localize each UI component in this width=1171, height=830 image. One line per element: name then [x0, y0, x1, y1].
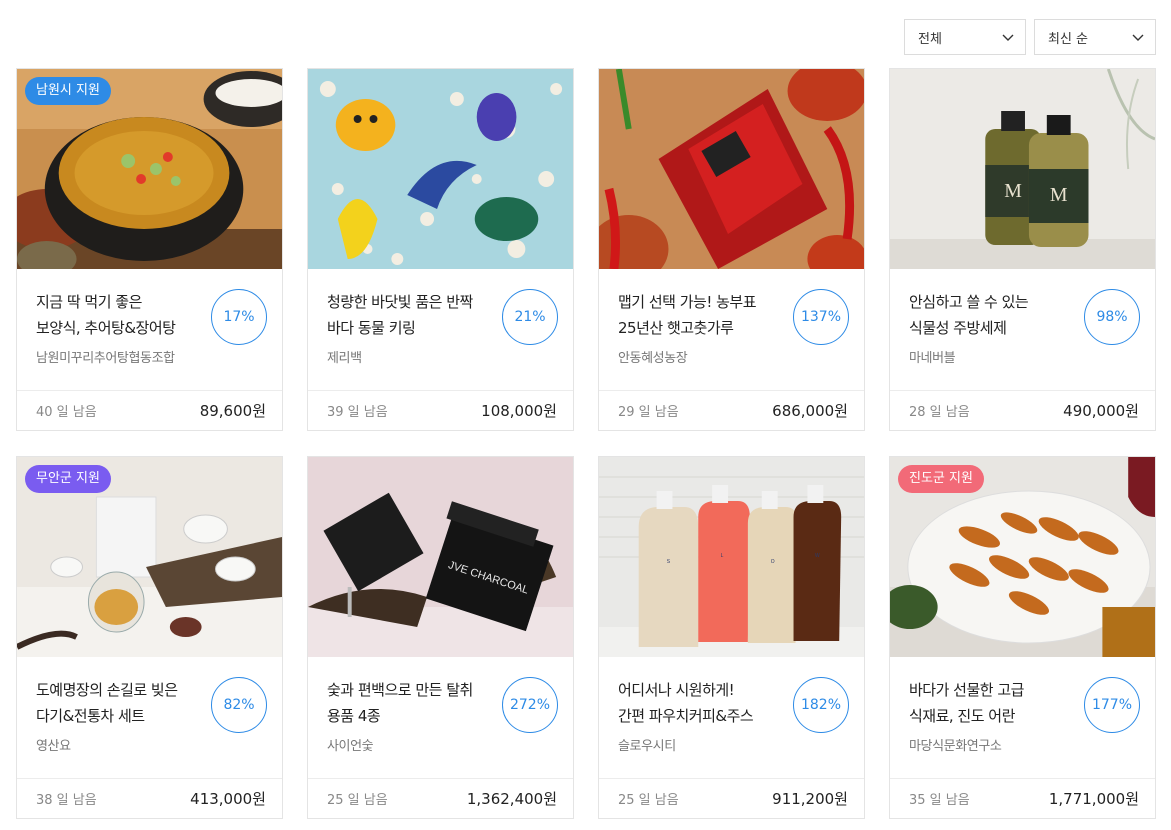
product-maker: 마당식문화연구소 [909, 739, 1002, 754]
region-badge: 무안군 지원 [25, 465, 111, 493]
funding-rate: 17% [211, 289, 267, 345]
region-badge: 진도군 지원 [898, 465, 984, 493]
product-title: 바다가 선물한 고급 식재료, 진도 어란 [909, 681, 1024, 725]
product-title: 어디서나 시원하게! 간편 파우치커피&주스 [618, 681, 754, 725]
days-left: 38 일 남음 [36, 793, 97, 808]
product-price: 89,600원 [199, 402, 266, 420]
filter-bar: 전체 최신 순 [904, 19, 1156, 55]
product-card[interactable]: 청량한 바닷빛 품은 반짝 바다 동물 키링 제리백 21% 39 일 남음 1… [307, 68, 574, 431]
product-image-charcoal: JVE CHARCOAL [308, 457, 573, 657]
region-badge: 남원시 지원 [25, 77, 111, 105]
product-maker: 마네버블 [909, 351, 956, 366]
product-price: 490,000원 [1063, 402, 1139, 420]
product-price: 1,362,400원 [466, 790, 557, 808]
detergent-label-text: M [1050, 184, 1068, 206]
product-info: 어디서나 시원하게! 간편 파우치커피&주스 슬로우시티 182% [599, 657, 864, 779]
product-maker: 안동혜성농장 [618, 351, 688, 366]
days-left: 40 일 남음 [36, 405, 97, 420]
detergent-label-text: M [1004, 180, 1022, 202]
chevron-down-icon [1002, 34, 1014, 41]
product-info: 지금 딱 먹기 좋은 보양식, 추어탕&장어탕 남원미꾸리추어탕협동조합 17% [17, 269, 282, 391]
product-maker: 사이언숯 [327, 739, 374, 754]
product-footer: 38 일 남음 413,000원 [17, 778, 282, 818]
category-select[interactable]: 전체 [904, 19, 1026, 55]
funding-rate: 272% [502, 677, 558, 733]
product-info: 청량한 바닷빛 품은 반짝 바다 동물 키링 제리백 21% [308, 269, 573, 391]
product-card[interactable]: 남원시 지원 지금 딱 먹기 좋은 보양식, 추어탕&장어탕 남원미꾸리추어탕협… [16, 68, 283, 431]
product-maker: 슬로우시티 [618, 739, 676, 754]
product-price: 413,000원 [190, 790, 266, 808]
product-footer: 39 일 남음 108,000원 [308, 390, 573, 430]
sort-select[interactable]: 최신 순 [1034, 19, 1156, 55]
product-price: 911,200원 [772, 790, 848, 808]
product-image-chili-powder [599, 69, 864, 269]
funding-rate: 137% [793, 289, 849, 345]
product-footer: 29 일 남음 686,000원 [599, 390, 864, 430]
product-footer: 25 일 남음 911,200원 [599, 778, 864, 818]
product-card[interactable]: JVE CHARCOAL 숯과 편백으로 만든 탈취 용품 4종 사이언숯 27… [307, 456, 574, 819]
product-image-detergent: M M [890, 69, 1155, 269]
product-maker: 제리백 [327, 351, 362, 366]
product-footer: 35 일 남음 1,771,000원 [890, 778, 1155, 818]
product-footer: 28 일 남음 490,000원 [890, 390, 1155, 430]
funding-rate: 182% [793, 677, 849, 733]
product-title: 도예명장의 손길로 빚은 다기&전통차 세트 [36, 681, 178, 725]
product-price: 108,000원 [481, 402, 557, 420]
product-price: 686,000원 [772, 402, 848, 420]
days-left: 29 일 남음 [618, 405, 679, 420]
product-title: 맵기 선택 가능! 농부표 25년산 햇고춧가루 [618, 293, 757, 337]
product-image-soup: 남원시 지원 [17, 69, 282, 269]
days-left: 28 일 남음 [909, 405, 970, 420]
product-title: 청량한 바닷빛 품은 반짝 바다 동물 키링 [327, 293, 473, 337]
days-left: 25 일 남음 [327, 793, 388, 808]
days-left: 39 일 남음 [327, 405, 388, 420]
product-card[interactable]: 진도군 지원 바다가 선물한 고급 식재료, 진도 어란 마당식문화연구소 17… [889, 456, 1156, 819]
days-left: 35 일 남음 [909, 793, 970, 808]
product-info: 안심하고 쓸 수 있는 식물성 주방세제 마네버블 98% [890, 269, 1155, 391]
product-info: 도예명장의 손길로 빚은 다기&전통차 세트 영산요 82% [17, 657, 282, 779]
product-image-tea-set: 무안군 지원 [17, 457, 282, 657]
product-info: 숯과 편백으로 만든 탈취 용품 4종 사이언숯 272% [308, 657, 573, 779]
days-left: 25 일 남음 [618, 793, 679, 808]
product-price: 1,771,000원 [1048, 790, 1139, 808]
product-grid: 남원시 지원 지금 딱 먹기 좋은 보양식, 추어탕&장어탕 남원미꾸리추어탕협… [16, 68, 1156, 819]
product-card[interactable]: M M 안심하고 쓸 수 있는 식물성 주방세제 마네버블 98% 28 일 남… [889, 68, 1156, 431]
product-title: 숯과 편백으로 만든 탈취 용품 4종 [327, 681, 473, 725]
product-title: 지금 딱 먹기 좋은 보양식, 추어탕&장어탕 [36, 293, 176, 337]
funding-rate: 82% [211, 677, 267, 733]
funding-rate: 98% [1084, 289, 1140, 345]
product-card[interactable]: S L O W 어디서나 시원하게! 간편 파우치커피&주스 슬로우시티 182… [598, 456, 865, 819]
pouch-label-text: L [721, 553, 724, 559]
product-image-eoran: 진도군 지원 [890, 457, 1155, 657]
product-image-pouch-coffee: S L O W [599, 457, 864, 657]
pouch-label-text: O [771, 559, 775, 565]
product-info: 바다가 선물한 고급 식재료, 진도 어란 마당식문화연구소 177% [890, 657, 1155, 779]
product-image-keyrings [308, 69, 573, 269]
sort-select-value: 최신 순 [1048, 31, 1089, 47]
category-select-value: 전체 [918, 31, 942, 47]
chevron-down-icon [1132, 34, 1144, 41]
product-footer: 40 일 남음 89,600원 [17, 390, 282, 430]
pouch-label-text: W [815, 553, 820, 559]
product-card[interactable]: 무안군 지원 도예명장의 손길로 빚은 다기&전통차 세트 영산요 82% 38… [16, 456, 283, 819]
product-card[interactable]: 맵기 선택 가능! 농부표 25년산 햇고춧가루 안동혜성농장 137% 29 … [598, 68, 865, 431]
product-footer: 25 일 남음 1,362,400원 [308, 778, 573, 818]
funding-rate: 177% [1084, 677, 1140, 733]
product-maker: 영산요 [36, 739, 71, 754]
funding-rate: 21% [502, 289, 558, 345]
product-title: 안심하고 쓸 수 있는 식물성 주방세제 [909, 293, 1029, 337]
product-maker: 남원미꾸리추어탕협동조합 [36, 351, 175, 366]
product-info: 맵기 선택 가능! 농부표 25년산 햇고춧가루 안동혜성농장 137% [599, 269, 864, 391]
